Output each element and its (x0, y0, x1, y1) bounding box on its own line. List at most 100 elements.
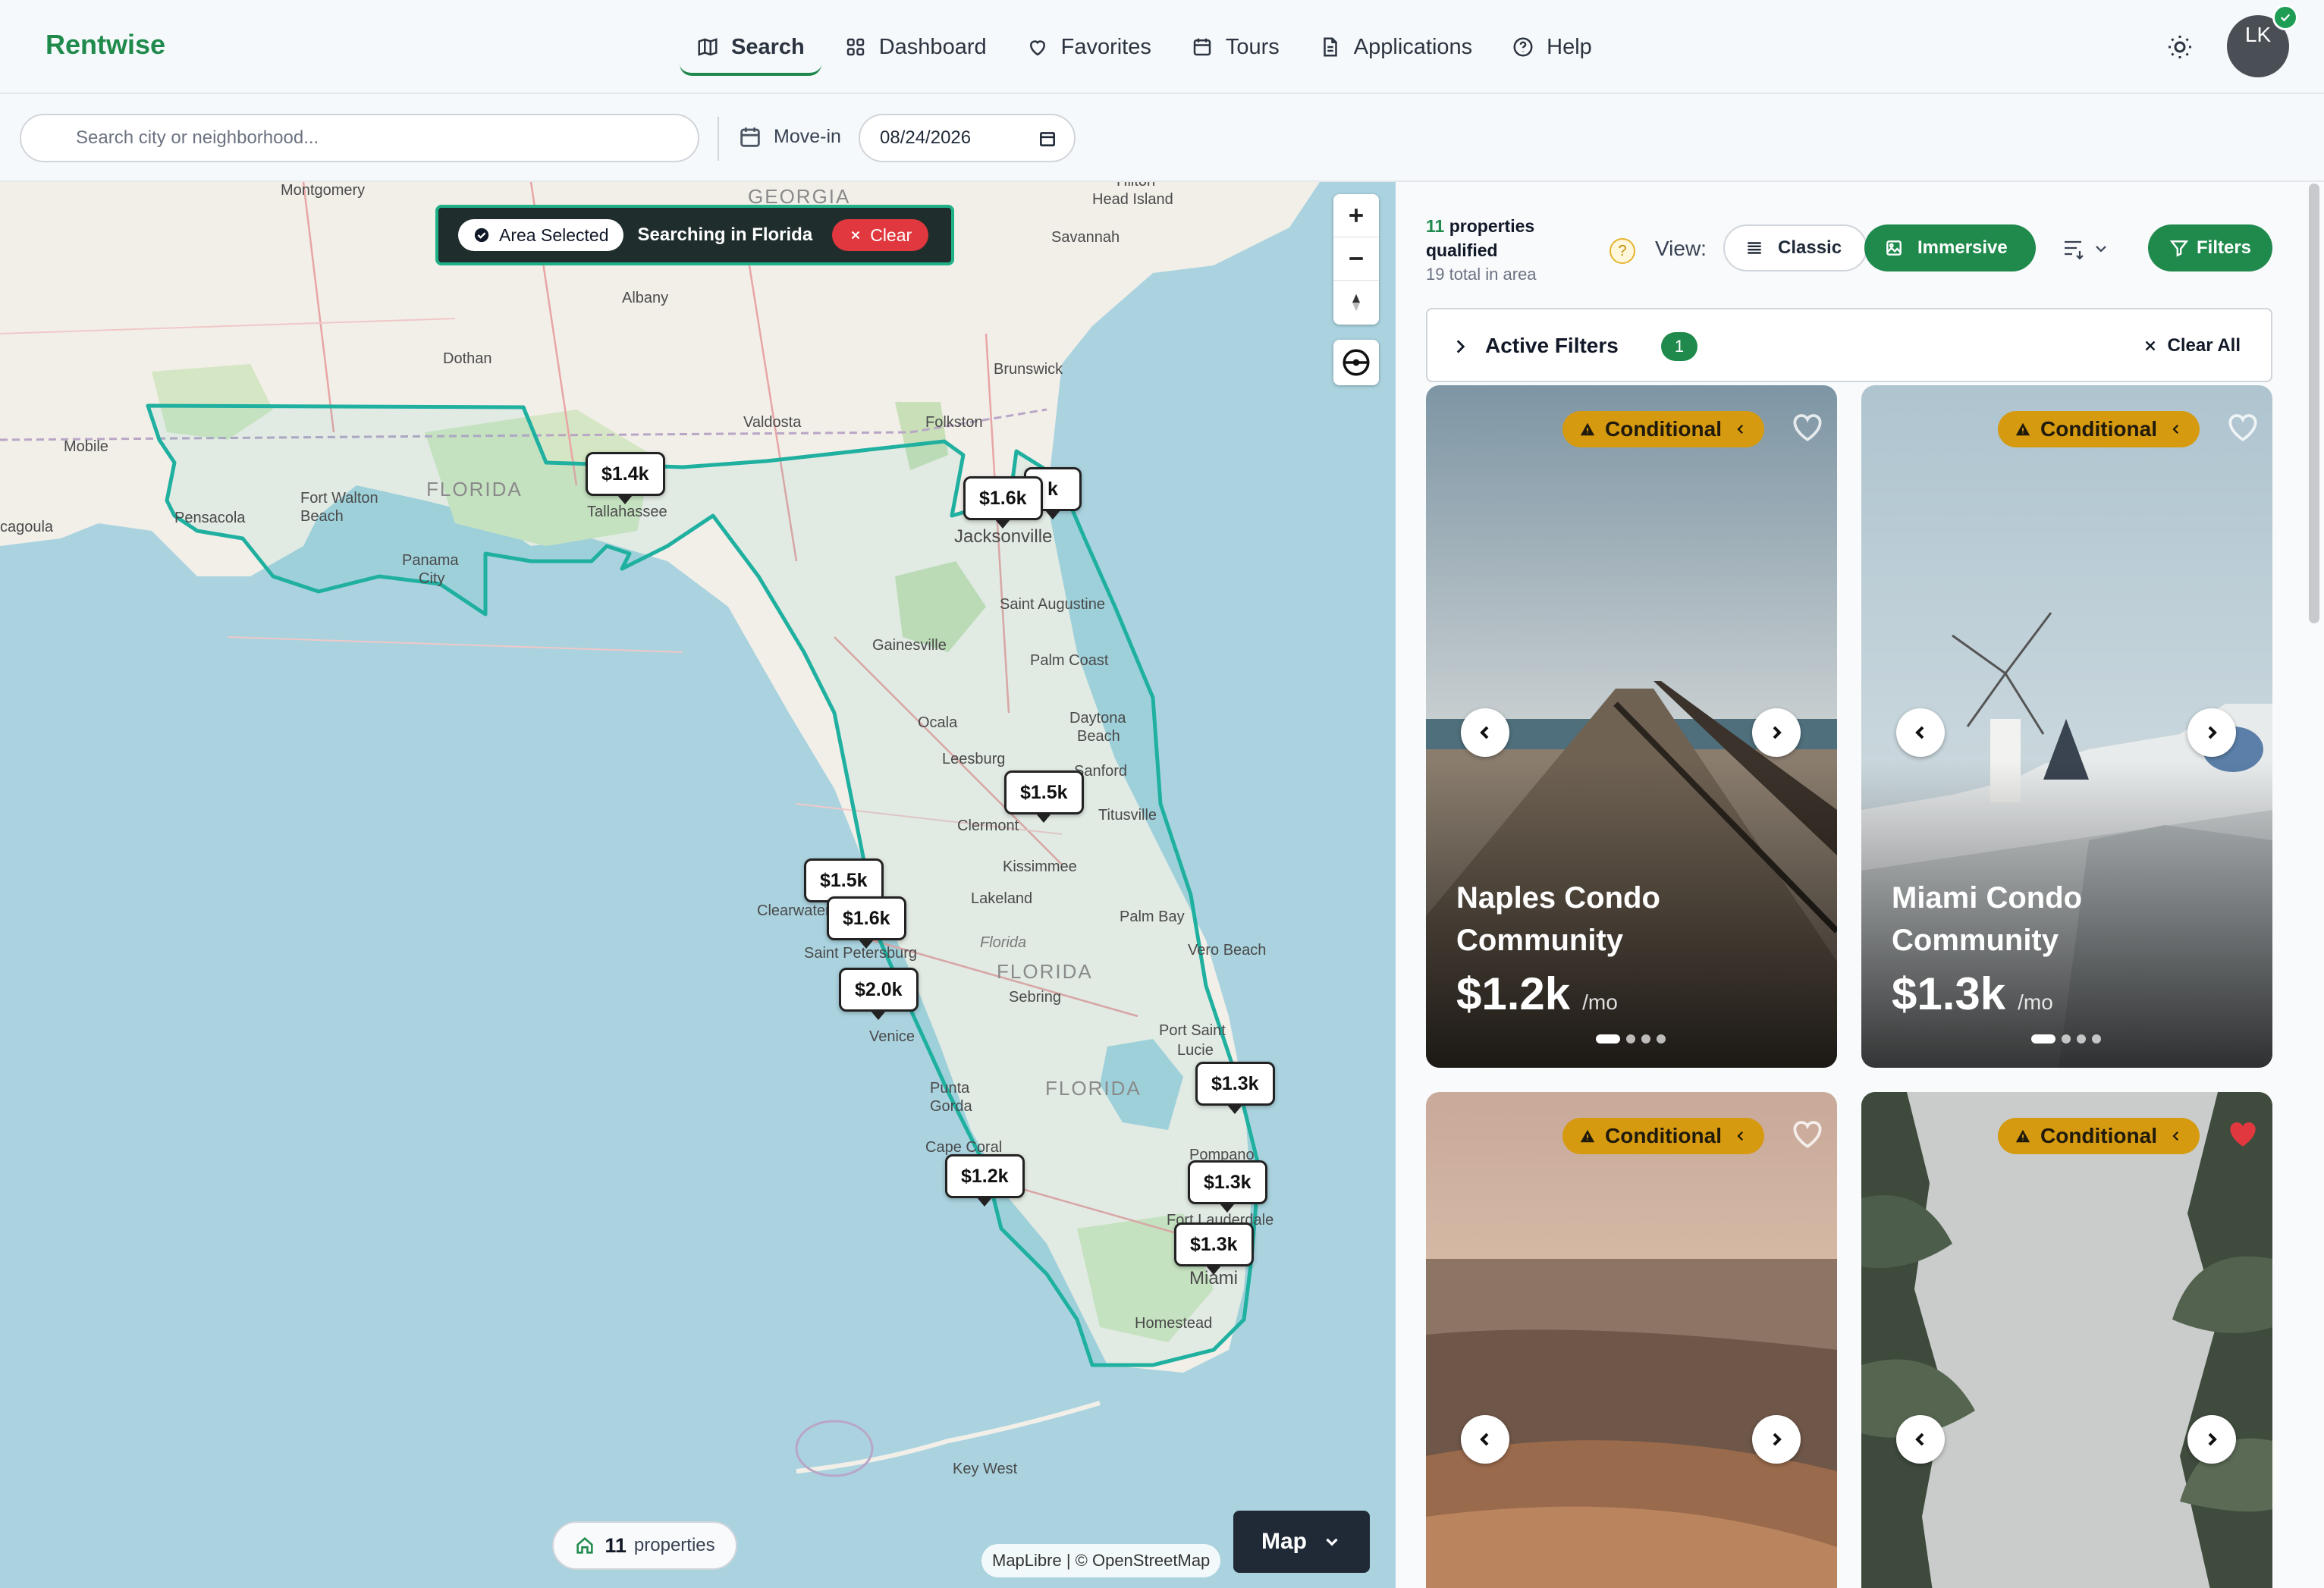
active-filters-bar[interactable]: Active Filters 1 Clear All (1426, 308, 2272, 382)
property-title: Naples Condo Community (1456, 881, 1660, 957)
carousel-dot[interactable] (1596, 1034, 1620, 1043)
conditional-badge[interactable]: Conditional (1998, 411, 2200, 447)
conditional-badge[interactable]: Conditional (1562, 411, 1764, 447)
panel-scrollbar[interactable] (2309, 184, 2319, 623)
map-label: Port Saint (1159, 1022, 1226, 1039)
map-label: Gainesville (872, 637, 947, 654)
view-immersive-button[interactable]: Immersive (1864, 224, 2036, 271)
chevron-right-icon (2208, 1433, 2217, 1446)
theme-toggle-button[interactable] (2163, 30, 2197, 64)
nav-help[interactable]: Help (1492, 23, 1612, 71)
favorite-button[interactable] (1789, 1115, 1826, 1153)
brand-logo[interactable]: Rentwise (46, 29, 165, 61)
carousel-next-button[interactable] (2187, 1415, 2236, 1464)
filter-icon (2169, 240, 2189, 257)
favorite-button[interactable] (2224, 1115, 2262, 1153)
sort-dropdown[interactable] (2063, 235, 2116, 262)
toolbar-divider (718, 117, 719, 161)
compass-button[interactable] (1333, 281, 1379, 324)
property-card[interactable]: Conditional (1861, 1092, 2272, 1588)
carousel-prev-button[interactable] (1896, 1415, 1945, 1464)
price-amount: $1.2k (1456, 968, 1571, 1019)
nav-dashboard[interactable]: Dashboard (824, 23, 1007, 71)
search-toolbar: Move-in 08/24/2026 (0, 94, 2324, 182)
search-input[interactable] (20, 114, 699, 162)
price-pin[interactable]: $1.4k (586, 452, 665, 504)
map-label: Tallahassee (587, 504, 667, 520)
nav-applications-label: Applications (1353, 34, 1473, 59)
plus-icon (1349, 209, 1363, 222)
warning-icon (2015, 422, 2030, 436)
image-icon (1886, 240, 1902, 256)
map-attribution[interactable]: MapLibre | © OpenStreetMap (981, 1544, 1221, 1577)
carousel-dot[interactable] (2062, 1034, 2071, 1043)
close-icon (851, 231, 860, 240)
map-label: Dothan (443, 350, 492, 367)
filters-button[interactable]: Filters (2148, 224, 2272, 271)
carousel-dot[interactable] (1626, 1034, 1635, 1043)
conditional-badge[interactable]: Conditional (1562, 1118, 1764, 1154)
favorite-button[interactable] (2224, 408, 2262, 446)
property-photo[interactable] (1426, 1092, 1837, 1588)
price-pin[interactable]: $1.6k (963, 476, 1043, 529)
verified-badge (2272, 5, 2298, 30)
carousel-dot[interactable] (1641, 1034, 1650, 1043)
map-view-toggle[interactable]: Map (1233, 1511, 1370, 1573)
carousel-next-button[interactable] (1752, 1415, 1801, 1464)
view-classic-button[interactable]: Classic (1723, 224, 1867, 271)
zoom-out-button[interactable] (1333, 237, 1379, 281)
carousel-next-button[interactable] (2187, 708, 2236, 757)
property-card[interactable]: Conditional Naples Condo Community $1.2k… (1426, 385, 1837, 1068)
sort-icon (2065, 240, 2106, 260)
carousel-dot[interactable] (2077, 1034, 2086, 1043)
price-pin[interactable]: $1.3k (1188, 1160, 1267, 1213)
nav-search[interactable]: Search (677, 23, 824, 76)
warning-icon (1580, 1129, 1595, 1143)
map-toggle-label: Map (1261, 1529, 1307, 1554)
nav-applications[interactable]: Applications (1299, 23, 1492, 71)
carousel-prev-button[interactable] (1461, 708, 1509, 757)
minus-icon (1349, 257, 1363, 260)
clear-all-label: Clear All (2167, 335, 2241, 356)
price-pin[interactable]: $2.0k (839, 968, 919, 1020)
map-label: Valdosta (743, 414, 802, 431)
map-label: Montgomery (281, 182, 366, 199)
clear-all-filters-button[interactable]: Clear All (2142, 335, 2241, 356)
conditional-badge[interactable]: Conditional (1998, 1118, 2200, 1154)
zoom-in-button[interactable] (1333, 194, 1379, 237)
nav-favorites[interactable]: Favorites (1007, 23, 1171, 71)
property-card[interactable]: Conditional Miami Condo Community $1.3k … (1861, 385, 2272, 1068)
favorite-button[interactable] (1789, 408, 1826, 446)
locate-me-button[interactable] (1333, 340, 1379, 385)
price-pin[interactable]: $1.2k (945, 1154, 1025, 1207)
carousel-prev-button[interactable] (1461, 1415, 1509, 1464)
price-pin[interactable]: $1.3k (1195, 1062, 1275, 1114)
nav-tours[interactable]: Tours (1171, 23, 1299, 71)
map-label: Fort Walton (300, 490, 378, 507)
calendar-icon (1193, 38, 1211, 56)
carousel-dot[interactable] (1657, 1034, 1666, 1043)
map-view[interactable]: Montgomery GEORGIA Hilton Head Island Sa… (0, 182, 1396, 1588)
carousel-next-button[interactable] (1752, 708, 1801, 757)
map-label: Jacksonville (954, 526, 1053, 547)
nav-search-label: Search (731, 34, 805, 59)
results-summary: 11 properties qualified 19 total in area (1426, 214, 1537, 287)
clear-area-button[interactable]: Clear (832, 219, 929, 251)
move-in-date-input[interactable]: 08/24/2026 (859, 114, 1076, 162)
map-label: Beach (1077, 728, 1120, 745)
move-in-date-value: 08/24/2026 (880, 127, 972, 148)
map-label: Daytona (1069, 710, 1126, 727)
properties-count-pill[interactable]: 11 properties (552, 1521, 737, 1570)
property-photo[interactable] (1861, 1092, 2272, 1588)
calendar-picker-icon[interactable] (1038, 129, 1057, 149)
qualified-count: 11 (1426, 216, 1445, 236)
carousel-dot[interactable] (2092, 1034, 2101, 1043)
price-pin[interactable]: $1.6k (827, 896, 906, 949)
price-pin[interactable]: $1.3k (1174, 1222, 1254, 1275)
price-pin[interactable]: $1.5k (1004, 770, 1084, 823)
chevron-left-icon (1915, 1433, 1924, 1446)
carousel-dot[interactable] (2031, 1034, 2055, 1043)
help-tooltip-icon[interactable]: ? (1610, 238, 1635, 264)
carousel-prev-button[interactable] (1896, 708, 1945, 757)
property-card[interactable]: Conditional (1426, 1092, 1837, 1588)
